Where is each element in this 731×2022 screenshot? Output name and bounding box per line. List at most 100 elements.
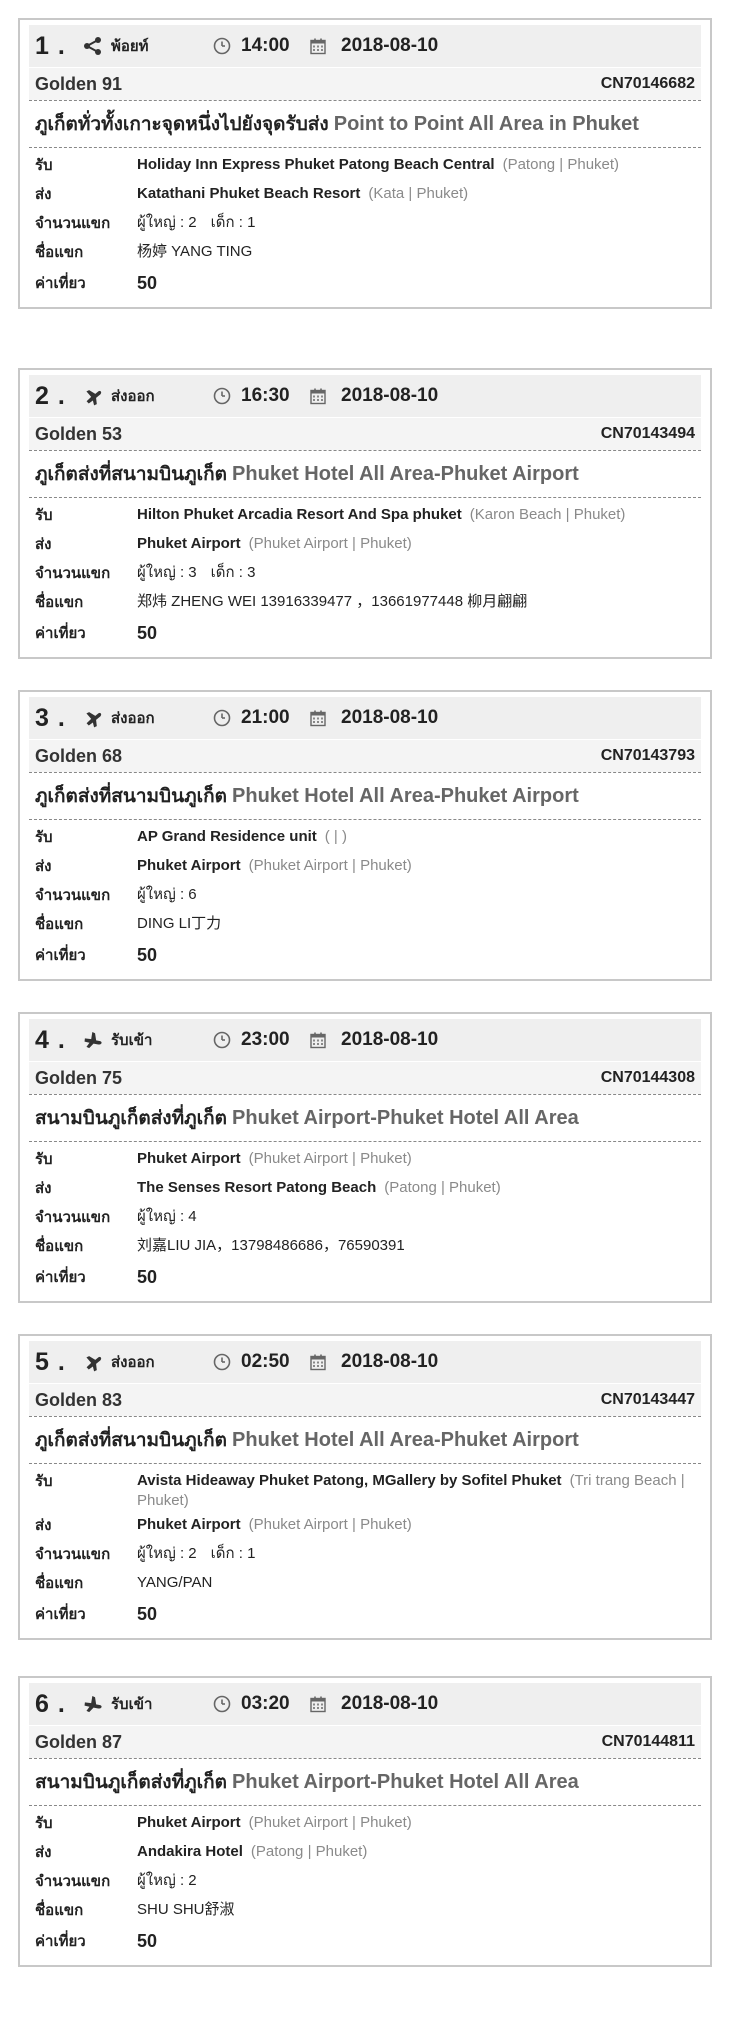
job-type: ส่งออก <box>111 1353 155 1371</box>
dropoff-row: ส่ง Andakira Hotel (Patong | Phuket) <box>35 1838 695 1867</box>
job-type: รับเข้า <box>111 1031 153 1049</box>
guest-label: ชื่อแขก <box>35 1574 84 1592</box>
job-type: ส่งออก <box>111 387 155 405</box>
dropoff-label: ส่ง <box>35 535 52 553</box>
share-icon <box>83 36 105 56</box>
dropoff-place: Andakira Hotel <box>137 1843 243 1860</box>
kids-count: เด็ก : 1 <box>210 1545 256 1562</box>
dropoff-area: (Patong | Phuket) <box>250 1843 368 1860</box>
kids-count: เด็ก : 3 <box>210 564 256 581</box>
fare-row: ค่าเที่ยว 50 <box>35 617 695 649</box>
dropoff-place: Phuket Airport <box>137 857 241 874</box>
pickup-row: รับ Avista Hideaway Phuket Patong, MGall… <box>35 1467 695 1511</box>
order-number: CN70143793 <box>600 747 695 764</box>
pickup-area: (Karon Beach | Phuket) <box>469 506 626 523</box>
clock-icon <box>213 37 231 55</box>
clock-icon <box>213 1695 231 1713</box>
dropoff-area: (Phuket Airport | Phuket) <box>248 1516 412 1533</box>
dropoff-label: ส่ง <box>35 1516 52 1534</box>
job-card-4[interactable]: 4 . รับเข้า 23:00 2018-08-10 Golden 75 C… <box>18 1012 712 1303</box>
route-title: ภูเก็ตทั่วทั้งเกาะจุดหนึ่งไปยังจุดรับส่ง… <box>29 101 701 147</box>
job-car-row: Golden 68 CN70143793 <box>29 739 701 772</box>
job-header: 3 . ส่งออก 21:00 2018-08-10 <box>29 697 701 739</box>
job-car-row: Golden 83 CN70143447 <box>29 1383 701 1416</box>
job-car-row: Golden 87 CN70144811 <box>29 1725 701 1758</box>
pickup-place: Hilton Phuket Arcadia Resort And Spa phu… <box>137 506 462 523</box>
fare-value: 50 <box>137 623 158 643</box>
pickup-label: รับ <box>35 828 53 846</box>
job-date: 2018-08-10 <box>341 1351 439 1372</box>
job-header: 4 . รับเข้า 23:00 2018-08-10 <box>29 1019 701 1061</box>
pickup-label: รับ <box>35 1472 53 1490</box>
pickup-row: รับ AP Grand Residence unit ( | ) <box>35 823 695 852</box>
job-number: 2 . <box>35 381 66 410</box>
guest-name: SHU SHU舒淑 <box>137 1901 235 1918</box>
plane-arrival-icon <box>83 1694 105 1714</box>
dropoff-area: (Phuket Airport | Phuket) <box>248 535 412 552</box>
guest-name: 杨婷 YANG TING <box>137 243 253 260</box>
adults-count: ผู้ใหญ่ : 2 <box>137 214 197 231</box>
guest-label: ชื่อแขก <box>35 1901 84 1919</box>
guest-label: ชื่อแขก <box>35 243 84 261</box>
dropoff-place: Katathani Phuket Beach Resort <box>137 185 361 202</box>
pickup-row: รับ Hilton Phuket Arcadia Resort And Spa… <box>35 501 695 530</box>
dropoff-label: ส่ง <box>35 857 52 875</box>
adults-count: ผู้ใหญ่ : 4 <box>137 1208 197 1225</box>
adults-count: ผู้ใหญ่ : 6 <box>137 886 197 903</box>
car-name: Golden 53 <box>35 423 123 444</box>
clock-icon <box>213 709 231 727</box>
job-card-1[interactable]: 1 . พ้อยท์ 14:00 2018-08-10 Golden 91 CN… <box>18 18 712 309</box>
calendar-icon <box>309 709 327 727</box>
passengers-label: จำนวนแขก <box>35 564 111 582</box>
adults-count: ผู้ใหญ่ : 3 <box>137 564 197 581</box>
order-number: CN70146682 <box>600 75 695 92</box>
dropoff-area: (Patong | Phuket) <box>384 1179 501 1196</box>
guest-label: ชื่อแขก <box>35 1237 84 1255</box>
job-number: 3 . <box>35 703 66 732</box>
passengers-row: จำนวนแขก ผู้ใหญ่ : 3 เด็ก : 3 <box>35 559 695 588</box>
route-title-english: Phuket Hotel All Area-Phuket Airport <box>232 1429 579 1451</box>
fare-label: ค่าเที่ยว <box>35 1932 86 1950</box>
job-date: 2018-08-10 <box>341 1029 439 1050</box>
fare-row: ค่าเที่ยว 50 <box>35 939 695 971</box>
passengers-row: จำนวนแขก ผู้ใหญ่ : 2 เด็ก : 1 <box>35 209 695 238</box>
plane-departure-icon <box>83 1352 105 1372</box>
dropoff-row: ส่ง Phuket Airport (Phuket Airport | Phuk… <box>35 1511 695 1540</box>
plane-departure-icon <box>83 386 105 406</box>
guest-name: YANG/PAN <box>137 1574 213 1591</box>
job-details: รับ Hilton Phuket Arcadia Resort And Spa… <box>29 498 701 657</box>
job-time: 23:00 <box>241 1029 290 1050</box>
job-card-2[interactable]: 2 . ส่งออก 16:30 2018-08-10 Golden 53 CN… <box>18 368 712 659</box>
calendar-icon <box>309 387 327 405</box>
guest-name: 郑炜 ZHENG WEI 13916339477 ，13661977448 柳月… <box>137 593 528 610</box>
job-type: ส่งออก <box>111 709 155 727</box>
pickup-place: Phuket Airport <box>137 1150 241 1167</box>
pickup-area: (Phuket Airport | Phuket) <box>248 1150 412 1167</box>
dropoff-label: ส่ง <box>35 1179 52 1197</box>
adults-count: ผู้ใหญ่ : 2 <box>137 1872 197 1889</box>
job-card-3[interactable]: 3 . ส่งออก 21:00 2018-08-10 Golden 68 CN… <box>18 690 712 981</box>
passengers-label: จำนวนแขก <box>35 1872 111 1890</box>
job-number: 5 . <box>35 1347 66 1376</box>
job-number: 4 . <box>35 1025 66 1054</box>
job-header: 5 . ส่งออก 02:50 2018-08-10 <box>29 1341 701 1383</box>
adults-count: ผู้ใหญ่ : 2 <box>137 1545 197 1562</box>
fare-value: 50 <box>137 1931 158 1951</box>
fare-label: ค่าเที่ยว <box>35 1605 86 1623</box>
fare-label: ค่าเที่ยว <box>35 946 86 964</box>
plane-departure-icon <box>83 708 105 728</box>
route-title-english: Phuket Hotel All Area-Phuket Airport <box>232 785 579 807</box>
guest-row: ชื่อแขก YANG/PAN <box>35 1569 695 1598</box>
car-name: Golden 87 <box>35 1731 123 1752</box>
job-card-5[interactable]: 5 . ส่งออก 02:50 2018-08-10 Golden 83 CN… <box>18 1334 712 1640</box>
job-details: รับ Avista Hideaway Phuket Patong, MGall… <box>29 1464 701 1638</box>
route-title-thai: ภูเก็ตส่งที่สนามบินภูเก็ต <box>35 1429 227 1451</box>
fare-value: 50 <box>137 1267 158 1287</box>
route-title: ภูเก็ตส่งที่สนามบินภูเก็ต Phuket Hotel A… <box>29 1417 701 1463</box>
fare-label: ค่าเที่ยว <box>35 1268 86 1286</box>
dropoff-label: ส่ง <box>35 1843 52 1861</box>
pickup-row: รับ Phuket Airport (Phuket Airport | Phuk… <box>35 1145 695 1174</box>
job-card-6[interactable]: 6 . รับเข้า 03:20 2018-08-10 Golden 87 C… <box>18 1676 712 1967</box>
pickup-row: รับ Phuket Airport (Phuket Airport | Phuk… <box>35 1809 695 1838</box>
pickup-area: (Patong | Phuket) <box>502 156 620 173</box>
